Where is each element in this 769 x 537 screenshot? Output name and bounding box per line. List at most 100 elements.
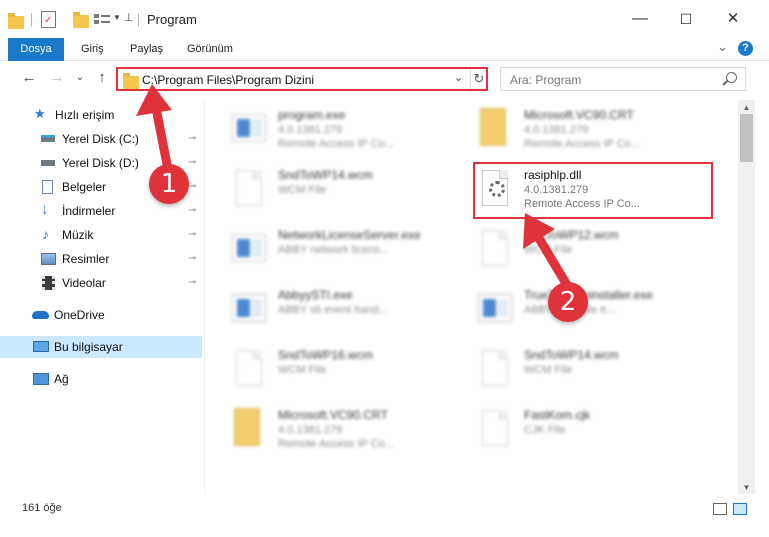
tiles-view-icon[interactable] [733,503,747,515]
pin-icon[interactable]: ⊸ [188,272,196,294]
sidebar-item-pictures[interactable]: Resimler ⊸ [0,248,202,270]
file-detail: ABBY sti event hand... [278,304,388,316]
dropdown-arrow-icon[interactable]: ▼ [113,13,121,22]
file-name: Microsoft.VC90.CRT [524,108,634,122]
address-dropdown-icon[interactable]: ⌄ [454,71,463,84]
recent-locations-button[interactable]: ⌄ [70,68,90,88]
navigation-pane: ★ Hızlı erişim Yerel Disk (C:) ⊸ Yerel D… [0,100,205,494]
file-name: Microsoft.VC90.CRT [278,408,388,422]
sidebar-item-local-disk-c[interactable]: Yerel Disk (C:) ⊸ [0,128,202,150]
file-item[interactable]: TrueTypeUninstaller.exe ABBY Remove tr..… [478,284,714,336]
sidebar-item-label: Yerel Disk (C:) [62,132,139,146]
download-icon: ↓ [41,201,49,218]
file-detail: WCM File [524,244,573,256]
window-title: Program [147,12,197,27]
exe-file-icon [478,288,512,328]
file-detail: 4.0.1381.279 [278,424,343,436]
file-highlight-box [473,162,713,219]
file-detail: ABBY network licens... [278,244,390,256]
sidebar-item-onedrive[interactable]: OneDrive [0,304,202,326]
file-item[interactable]: SndToWP14.wcm WCM File [232,164,468,216]
file-item[interactable]: SndToWP14.wcm WCM File [478,344,714,396]
file-item[interactable]: Microsoft.VC90.CRT 4.0.1381.279 Remote A… [232,404,468,456]
file-item[interactable]: SndToWP16.wcm WCM File [232,344,468,396]
address-path[interactable]: C:\Program Files\Program Dizini [142,73,314,87]
document-file-icon [478,408,512,448]
file-name: FastKom.cjk [524,408,591,422]
exe-file-icon [232,228,266,268]
pin-icon[interactable]: ⊸ [188,224,196,246]
help-icon[interactable]: ? [738,41,753,56]
pictures-icon [41,253,56,265]
sidebar-item-network[interactable]: Ağ [0,368,202,390]
refresh-button[interactable]: ↻ [470,69,487,89]
search-input[interactable]: Ara: Program [510,73,581,87]
sidebar-item-quick-access[interactable]: ★ Hızlı erişim [0,104,202,126]
back-button[interactable]: ← [19,68,39,88]
file-name: TrueTypeUninstaller.exe [524,288,653,302]
file-item[interactable]: NetworkLicenseServer.exe ABBY network li… [232,224,468,276]
sidebar-item-music[interactable]: ♪ Müzik ⊸ [0,224,202,246]
file-item[interactable]: program.exe 4.0.1381.279 Remote Access I… [232,104,468,156]
file-item[interactable]: Microsoft.VC90.CRT 4.0.1381.279 Remote A… [478,104,714,156]
tab-gorunum[interactable]: Görünüm [187,38,233,61]
address-bar[interactable]: C:\Program Files\Program Dizini ⌄ ↻ [116,67,488,91]
minimize-button[interactable]: — [627,8,653,30]
pin-icon[interactable]: ⊸ [188,200,196,222]
folder-icon [8,12,24,29]
details-view-icon[interactable] [713,503,727,515]
sidebar-item-label: İndirmeler [62,204,116,218]
exe-file-icon [232,108,266,148]
ribbon-expand-icon[interactable]: ⌄ [717,39,728,55]
scroll-thumb[interactable] [740,114,753,162]
document-file-icon [232,168,266,208]
sidebar-item-label: Bu bilgisayar [54,340,123,354]
customize-toolbar-icon[interactable]: ⊥ [124,11,134,24]
file-detail: 4.0.1381.279 [278,124,343,136]
file-detail: Remote Access IP Co... [278,438,394,450]
drive-icon [41,135,55,142]
drive-icon [41,160,55,166]
pin-icon[interactable]: ⊸ [188,152,196,174]
network-icon [33,373,49,385]
new-folder-icon[interactable] [73,12,89,28]
tab-dosya[interactable]: Dosya [8,38,64,61]
search-box[interactable]: Ara: Program [500,67,746,91]
up-button[interactable]: ↑ [92,68,112,88]
sidebar-item-this-pc[interactable]: Bu bilgisayar [0,336,202,358]
toolbar-separator [31,13,32,27]
sidebar-item-label: Belgeler [62,180,107,194]
scroll-down-icon[interactable]: ▼ [738,482,755,494]
forward-button[interactable]: → [47,68,67,88]
vertical-scrollbar[interactable]: ▲ ▼ [738,100,755,494]
file-name: program.exe [278,108,346,122]
scroll-up-icon[interactable]: ▲ [738,102,755,114]
sidebar-item-videos[interactable]: Videolar ⊸ [0,272,202,294]
video-icon [42,276,55,290]
pin-icon[interactable]: ⊸ [188,128,196,150]
file-item[interactable]: AbbyySTI.exe ABBY sti event hand... [232,284,468,336]
tab-paylas[interactable]: Paylaş [130,38,163,61]
tab-giris[interactable]: Giriş [81,38,104,61]
properties-icon[interactable]: ✓ [41,11,56,28]
annotation-step-2: 2 [548,282,588,322]
item-count: 161 öğe [22,502,62,514]
file-name: SndToWP14.wcm [278,168,373,182]
pin-icon[interactable]: ⊸ [188,176,196,198]
file-name: NetworkLicenseServer.exe [278,228,421,242]
maximize-button[interactable]: ☐ [673,8,699,30]
status-bar: 161 öğe [0,497,769,521]
sidebar-item-label: Hızlı erişim [55,108,115,122]
annotation-step-1: 1 [149,164,189,204]
file-item[interactable]: SndToWP12.wcm WCM File [478,224,714,276]
view-options-icon[interactable] [94,13,110,26]
exe-file-icon [232,288,266,328]
pin-icon[interactable]: ⊸ [188,248,196,270]
sidebar-item-label: Resimler [62,252,110,266]
document-file-icon [478,228,512,268]
document-file-icon [232,348,266,388]
folder-icon [478,108,512,148]
close-button[interactable]: ✕ [720,8,746,30]
file-name: SndToWP16.wcm [278,348,373,362]
file-item[interactable]: FastKom.cjk CJK File [478,404,714,456]
